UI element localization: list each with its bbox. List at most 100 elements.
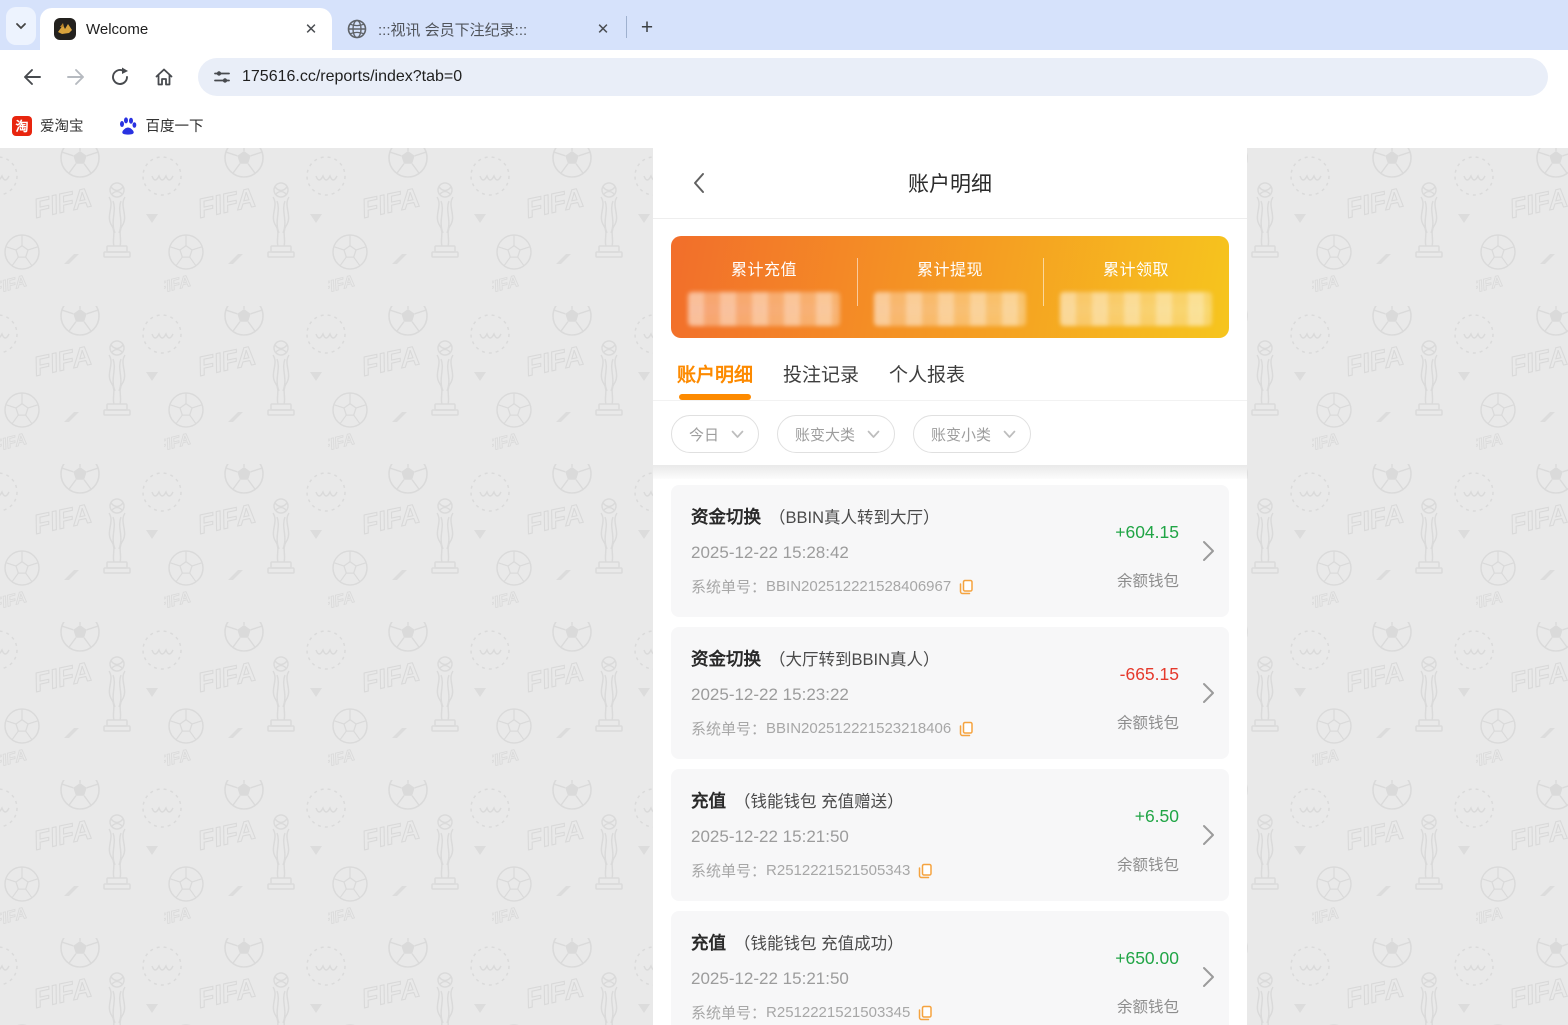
record-card[interactable]: 资金切换 （BBIN真人转到大厅） 2025-12-22 15:28:42 系统…	[671, 485, 1229, 617]
filter-minor-type-dropdown[interactable]: 账变小类	[913, 415, 1032, 453]
record-amount-block: +650.00 余额钱包	[1069, 930, 1209, 1025]
record-card[interactable]: 资金切换 （大厅转到BBIN真人） 2025-12-22 15:23:22 系统…	[671, 627, 1229, 759]
chevron-right-icon[interactable]	[1202, 966, 1215, 988]
record-timestamp: 2025-12-22 15:28:42	[691, 543, 849, 562]
copy-icon	[919, 863, 933, 878]
record-info: 充值 （钱能钱包 充值成功） 2025-12-22 15:21:50 系统单号：…	[691, 930, 1069, 1025]
reload-icon	[112, 67, 128, 85]
back-button-app[interactable]	[681, 148, 717, 218]
baidu-paw-icon	[119, 116, 136, 135]
summary-card: 累计充值 累计提现 累计领取	[671, 236, 1229, 338]
copy-button[interactable]	[959, 579, 974, 595]
record-wallet: 余额钱包	[1116, 857, 1179, 874]
chevron-left-icon	[694, 173, 704, 193]
home-icon	[155, 68, 173, 85]
summary-label: 累计领取	[1102, 262, 1169, 279]
order-number: BBIN202512221523218406	[766, 720, 952, 737]
section-divider	[653, 465, 1247, 479]
site-info-icon[interactable]	[212, 67, 232, 87]
chevron-down-icon	[867, 430, 880, 438]
filter-label: 账变小类	[931, 426, 992, 444]
copy-icon	[959, 579, 973, 594]
filter-row: 今日 账变大类 账变小类	[653, 401, 1247, 465]
bookmark-label: 百度一下	[145, 119, 204, 135]
chevron-down-icon	[16, 23, 26, 30]
taobao-icon: 淘	[12, 115, 32, 136]
filter-major-type-dropdown[interactable]: 账变大类	[777, 415, 896, 453]
record-amount: +604.15	[1115, 522, 1179, 542]
masked-value	[1060, 292, 1212, 326]
record-amount: -665.15	[1119, 664, 1179, 684]
summary-label: 累计提现	[916, 262, 983, 279]
tab-title: :::视讯 会员下注纪录:::	[378, 21, 528, 39]
summary-label: 累计充值	[730, 262, 797, 279]
account-detail-app: 账户明细 累计充值 累计提现 累计领取 账户明细 投注记录 个人报表 今日 账变…	[653, 148, 1247, 1025]
tab-separator	[626, 16, 627, 38]
summary-total-deposit: 累计充值	[671, 236, 857, 338]
tab-welcome[interactable]: Welcome ✕	[40, 8, 332, 50]
chevron-right-icon[interactable]	[1202, 540, 1215, 562]
forward-button[interactable]	[59, 60, 93, 94]
order-number: R2512221521505343	[766, 862, 911, 879]
copy-button[interactable]	[959, 721, 974, 737]
summary-divider	[856, 258, 858, 306]
tab-account-detail[interactable]: 账户明细	[677, 360, 753, 400]
record-card[interactable]: 充值 （钱能钱包 充值成功） 2025-12-22 15:21:50 系统单号：…	[671, 911, 1229, 1025]
browser-tab-strip: Welcome ✕ :::视讯 会员下注纪录::: ✕ +	[0, 0, 1568, 50]
url-text[interactable]: 175616.cc/reports/index?tab=0	[242, 68, 462, 86]
record-type: 充值	[691, 791, 726, 811]
record-description: （大厅转到BBIN真人）	[769, 651, 940, 669]
chevron-right-icon[interactable]	[1202, 824, 1215, 846]
tab-close-icon[interactable]: ✕	[302, 20, 320, 38]
record-type: 充值	[691, 933, 726, 953]
address-bar[interactable]: 175616.cc/reports/index?tab=0	[198, 57, 1548, 96]
filter-date-dropdown[interactable]: 今日	[671, 415, 760, 453]
tab-bet-records[interactable]: 投注记录	[783, 360, 859, 400]
summary-divider	[1042, 258, 1044, 306]
record-description: （钱能钱包 充值成功）	[734, 935, 904, 953]
chevron-down-icon	[731, 430, 744, 438]
summary-total-withdraw: 累计提现	[857, 236, 1043, 338]
copy-button[interactable]	[918, 1005, 933, 1021]
record-info: 充值 （钱能钱包 充值赠送） 2025-12-22 15:21:50 系统单号：…	[691, 788, 1069, 885]
record-amount: +650.00	[1115, 948, 1179, 968]
record-type: 资金切换	[691, 507, 761, 527]
home-button[interactable]	[147, 60, 181, 94]
record-info: 资金切换 （BBIN真人转到大厅） 2025-12-22 15:28:42 系统…	[691, 504, 1069, 601]
record-description: （BBIN真人转到大厅）	[769, 509, 940, 527]
forward-arrow-icon	[67, 68, 84, 85]
record-amount-block: +6.50 余额钱包	[1069, 788, 1209, 885]
back-arrow-icon	[24, 68, 41, 85]
record-amount: +6.50	[1134, 806, 1179, 826]
tab-search-button[interactable]	[6, 7, 36, 45]
copy-button[interactable]	[918, 863, 933, 879]
back-button[interactable]	[15, 60, 49, 94]
chevron-right-icon[interactable]	[1202, 682, 1215, 704]
tab-close-icon[interactable]: ✕	[594, 20, 612, 38]
record-timestamp: 2025-12-22 15:21:50	[691, 827, 849, 846]
record-info: 资金切换 （大厅转到BBIN真人） 2025-12-22 15:23:22 系统…	[691, 646, 1069, 743]
new-tab-button[interactable]: +	[633, 14, 661, 42]
copy-icon	[919, 1005, 933, 1020]
bookmark-baidu[interactable]: 百度一下	[118, 115, 204, 136]
order-number: R2512221521503345	[766, 1004, 911, 1021]
bookmarks-bar: 淘 爱淘宝 百度一下	[0, 103, 1568, 148]
record-wallet: 余额钱包	[1116, 999, 1179, 1016]
record-timestamp: 2025-12-22 15:21:50	[691, 969, 849, 988]
record-list: 资金切换 （BBIN真人转到大厅） 2025-12-22 15:28:42 系统…	[653, 479, 1247, 1025]
tab-betting-records[interactable]: :::视讯 会员下注纪录::: ✕	[332, 8, 624, 50]
reload-button[interactable]	[103, 60, 137, 94]
copy-icon	[959, 721, 973, 736]
order-number-label: 系统单号：	[691, 863, 767, 880]
record-amount-block: +604.15 余额钱包	[1069, 504, 1209, 601]
record-card[interactable]: 充值 （钱能钱包 充值赠送） 2025-12-22 15:21:50 系统单号：…	[671, 769, 1229, 901]
record-type: 资金切换	[691, 649, 761, 669]
record-description: （钱能钱包 充值赠送）	[734, 793, 904, 811]
tab-personal-report[interactable]: 个人报表	[889, 360, 965, 400]
app-header: 账户明细	[653, 148, 1247, 219]
page-title: 账户明细	[908, 173, 992, 196]
order-number: BBIN202512221528406967	[766, 578, 952, 595]
bookmark-taobao[interactable]: 淘 爱淘宝	[12, 115, 84, 136]
site-favicon-gold-dragon	[54, 18, 76, 40]
record-wallet: 余额钱包	[1116, 573, 1179, 590]
